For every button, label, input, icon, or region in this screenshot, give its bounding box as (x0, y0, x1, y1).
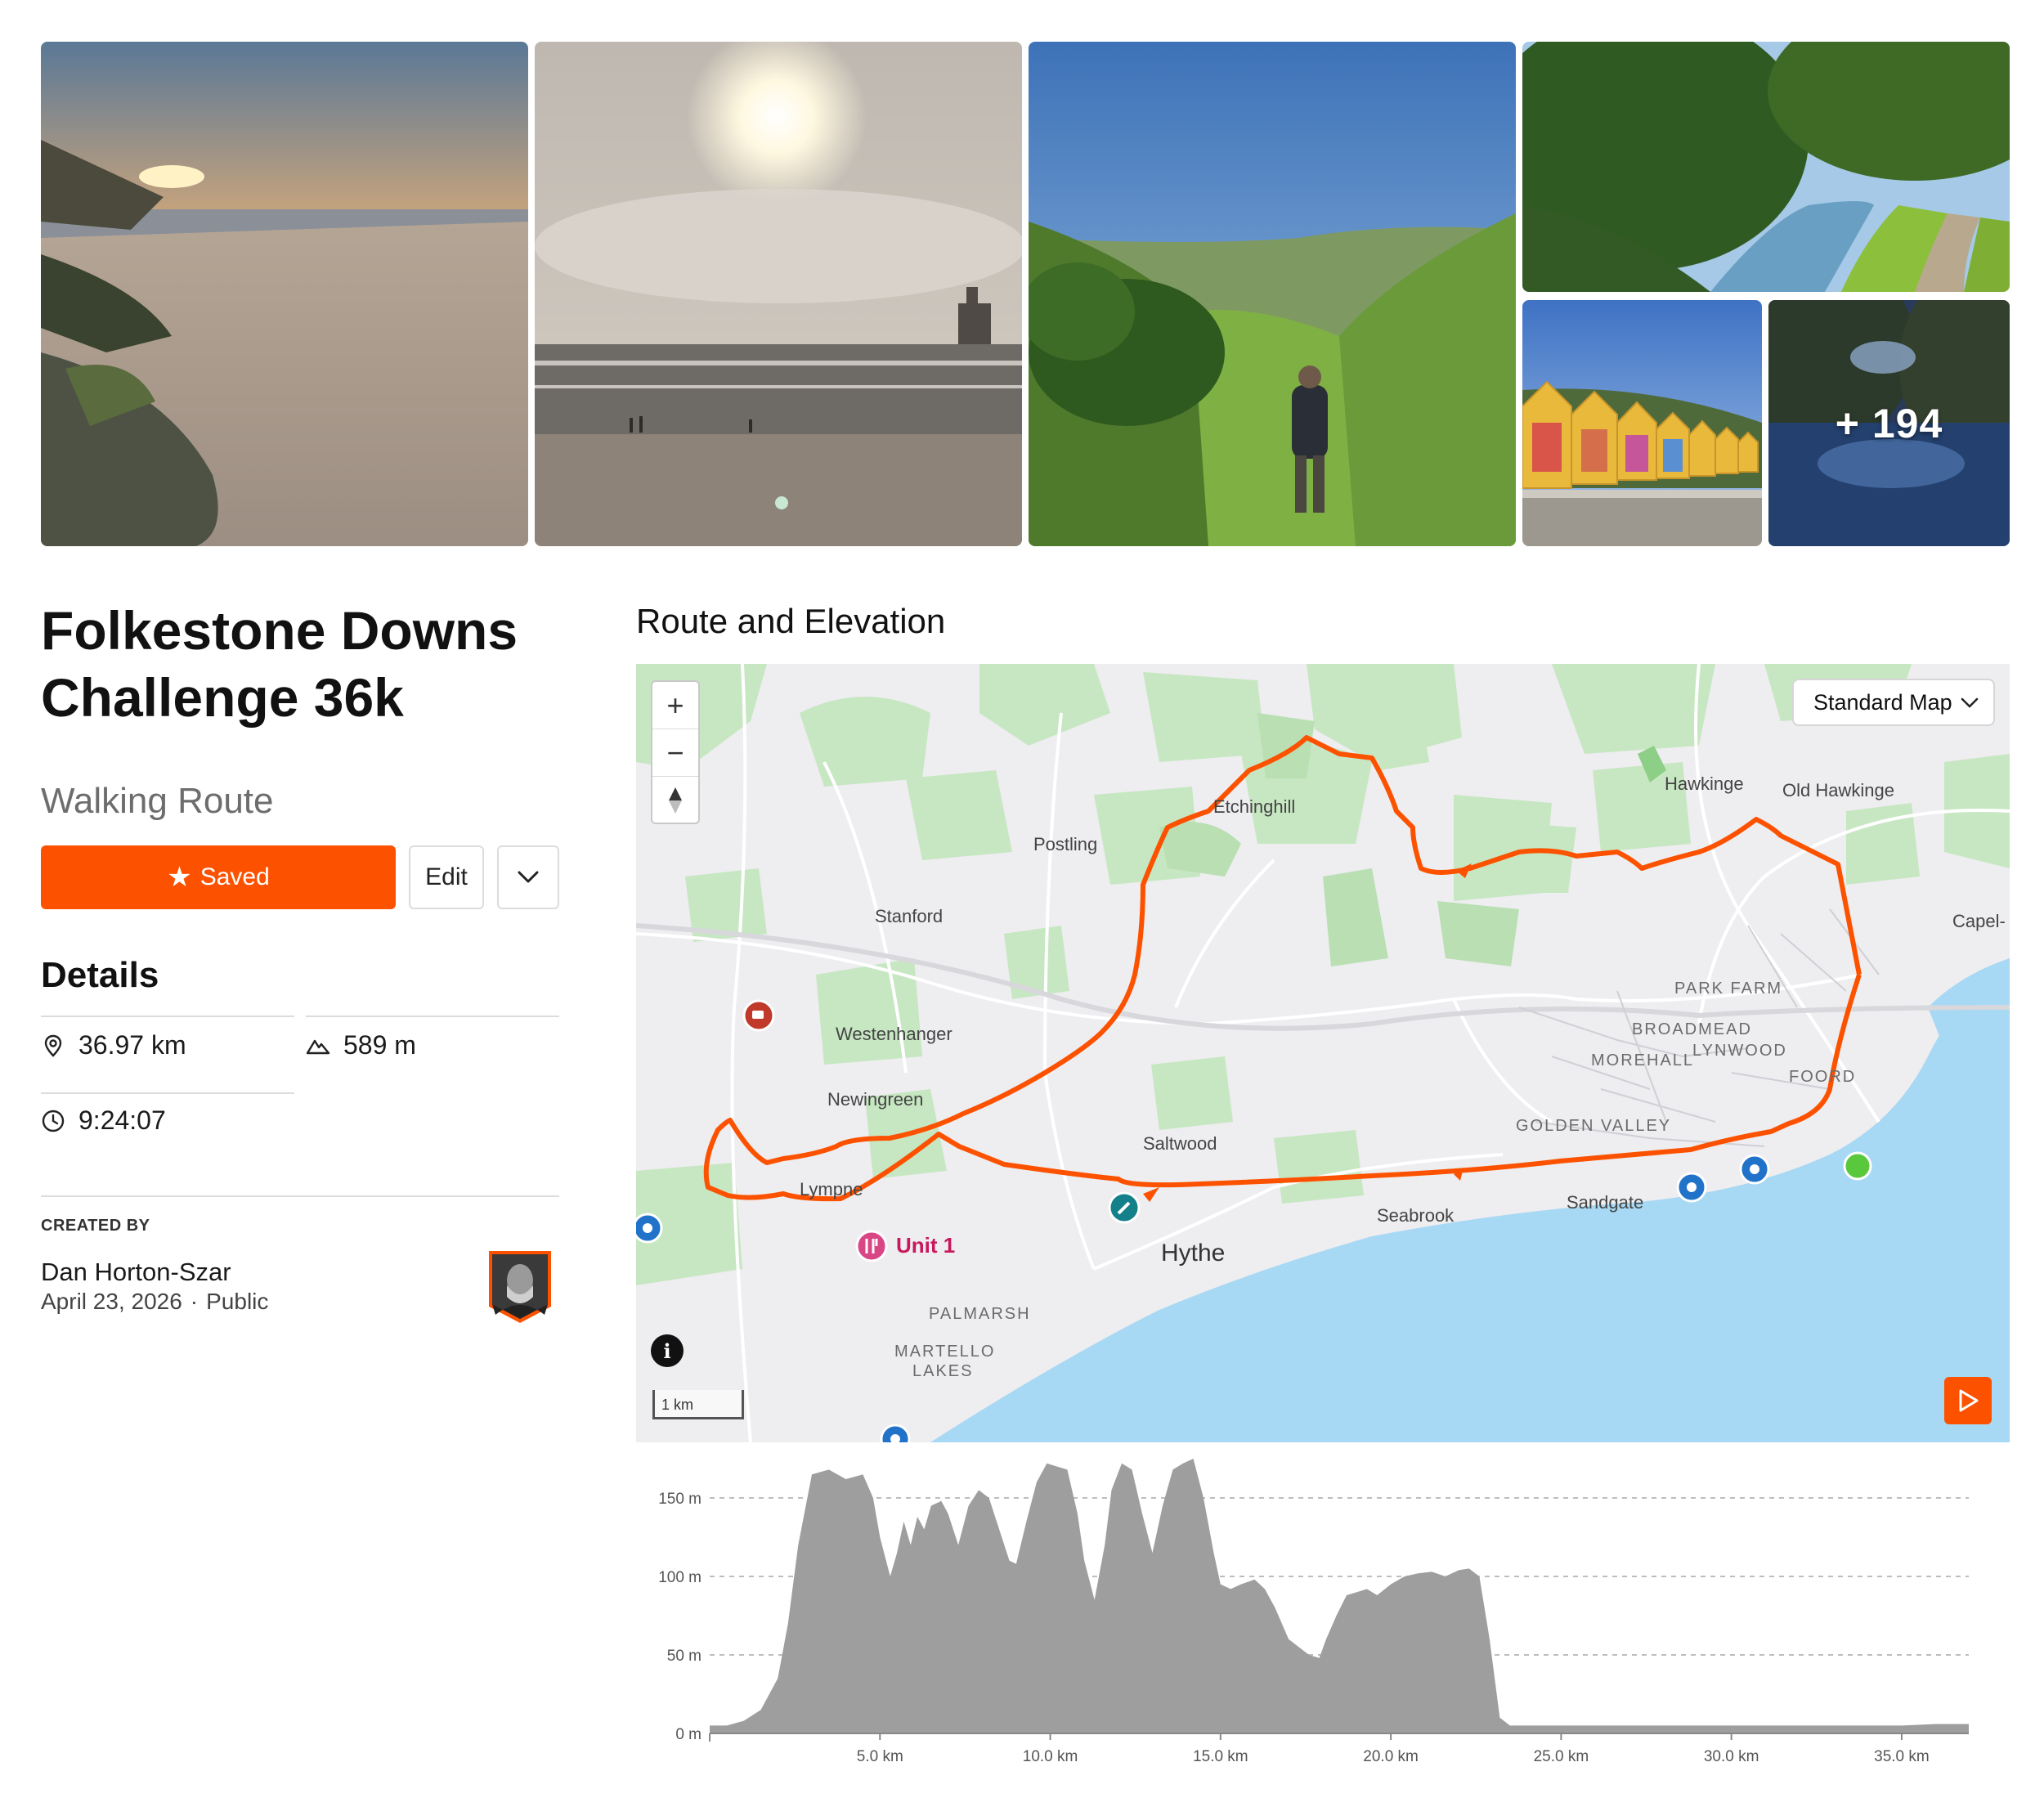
repair-marker[interactable] (1108, 1191, 1141, 1224)
cafe-marker[interactable] (742, 999, 775, 1032)
stat-distance: 36.97 km (41, 1030, 186, 1060)
chevron-down-icon (518, 871, 539, 883)
compass-icon (669, 787, 682, 814)
elevation-svg: 0 m 50 m 100 m 150 m 5.0 km 10.0 km 15.0 km 20.… (658, 1459, 1969, 1765)
saved-button[interactable]: ★ Saved (41, 845, 396, 909)
photo-valley-walker[interactable] (1029, 42, 1516, 546)
map-label: Sandgate (1567, 1192, 1644, 1213)
saved-button-label: Saved (199, 863, 270, 890)
divider (41, 1092, 294, 1094)
map-label: Etchinghill (1213, 796, 1296, 817)
route-type: Walking Route (41, 781, 274, 821)
photo-marker[interactable] (636, 1213, 663, 1244)
map-label: Seabrook (1377, 1205, 1455, 1226)
map-label: Hythe (1161, 1240, 1226, 1267)
photo-sea-sun[interactable] (535, 42, 1022, 546)
map-label: Lympne (800, 1179, 863, 1199)
start-marker[interactable] (1843, 1151, 1872, 1181)
photo-more-reflection[interactable]: + 194 (1768, 300, 2010, 546)
map-label: Hawkinge (1665, 773, 1744, 794)
stat-elevation: 589 m (306, 1030, 416, 1060)
restaurant-marker[interactable] (855, 1230, 888, 1262)
x-tick-label: 30.0 km (1704, 1748, 1759, 1765)
x-tick-label: 25.0 km (1534, 1748, 1589, 1765)
more-photos-count[interactable]: + 194 (1768, 300, 2010, 546)
x-tick-label: 10.0 km (1023, 1748, 1078, 1765)
map-label: Postling (1033, 834, 1098, 854)
photo-beach-sunset[interactable] (41, 42, 528, 546)
map-label: FOORD (1789, 1068, 1857, 1086)
details-heading: Details (41, 955, 159, 995)
avatar[interactable] (486, 1249, 554, 1325)
divider (41, 1016, 294, 1017)
map-label: Old Hawkinge (1782, 780, 1894, 800)
elevation-area (710, 1459, 1969, 1733)
map-label: BROADMEAD (1632, 1020, 1752, 1038)
y-tick-label: 50 m (667, 1648, 702, 1665)
stat-time: 9:24:07 (41, 1105, 166, 1136)
x-tick-label: 20.0 km (1363, 1748, 1419, 1765)
elevation-gain-value: 589 m (343, 1030, 416, 1060)
elevation-chart[interactable]: 0 m 50 m 100 m 150 m 5.0 km 10.0 km 15.0 km 20.… (636, 1442, 2010, 1778)
route-map[interactable]: Etchinghill Hawkinge Old Hawkinge Postli… (636, 664, 2010, 1442)
map-label: Stanford (875, 906, 944, 926)
mountain-icon (306, 1039, 330, 1054)
photo-marker[interactable] (1676, 1172, 1707, 1203)
map-label: MOREHALL (1591, 1051, 1695, 1069)
zoom-out-button[interactable]: − (652, 729, 698, 777)
map-type-select[interactable]: Standard Map (1792, 679, 1995, 726)
star-icon: ★ (167, 862, 192, 893)
map-scale: 1 km (652, 1390, 744, 1419)
created-date: April 23, 2026 (41, 1289, 182, 1314)
map-label: PALMARSH (929, 1305, 1031, 1323)
map-label-unit1[interactable]: Unit 1 (896, 1233, 955, 1258)
chevron-down-icon (1961, 697, 1979, 708)
y-tick-label: 0 m (675, 1726, 702, 1743)
x-tick-label: 35.0 km (1874, 1748, 1930, 1765)
time-value: 9:24:07 (78, 1105, 166, 1135)
y-tick-label: 100 m (658, 1569, 702, 1586)
play-icon (1959, 1389, 1979, 1412)
compass-button[interactable] (652, 777, 698, 823)
photo-beach-huts[interactable] (1522, 300, 1762, 546)
map-label: Capel- (1952, 911, 2006, 931)
x-tick-label: 5.0 km (857, 1748, 903, 1765)
map-label: Newingreen (827, 1089, 924, 1110)
y-tick-label: 150 m (658, 1491, 702, 1508)
meta-separator: · (190, 1289, 199, 1314)
distance-value: 36.97 km (78, 1030, 186, 1060)
map-label: MARTELLO (894, 1343, 996, 1361)
map-label: GOLDEN VALLEY (1516, 1117, 1672, 1135)
map-label: Westenhanger (836, 1024, 953, 1044)
photo-canal-trees[interactable] (1522, 42, 2010, 292)
map-label: LAKES (912, 1362, 974, 1380)
location-pin-icon (44, 1034, 62, 1057)
clock-icon (42, 1110, 65, 1132)
photo-marker[interactable] (1739, 1154, 1770, 1185)
map-label: LYNWOOD (1692, 1042, 1787, 1060)
divider (41, 1195, 559, 1197)
x-tick-label: 15.0 km (1193, 1748, 1248, 1765)
author-name[interactable]: Dan Horton-Szar (41, 1258, 231, 1287)
map-label: Saltwood (1143, 1133, 1217, 1154)
visibility: Public (206, 1289, 269, 1314)
zoom-controls: + − (651, 680, 700, 824)
route-title: Folkestone Downs Challenge 36k (41, 600, 518, 728)
map-label: PARK FARM (1674, 980, 1783, 998)
more-options-button[interactable] (497, 845, 559, 909)
section-title: Route and Elevation (636, 602, 946, 640)
info-button[interactable]: i (651, 1334, 684, 1367)
photo-marker[interactable] (880, 1424, 911, 1442)
edit-button[interactable]: Edit (409, 845, 484, 909)
zoom-in-button[interactable]: + (652, 682, 698, 729)
created-by-label: CREATED BY (41, 1217, 150, 1235)
flyover-play-button[interactable] (1944, 1377, 1992, 1424)
author-meta: April 23, 2026 · Public (41, 1289, 268, 1315)
divider (306, 1016, 559, 1017)
map-type-label: Standard Map (1813, 689, 1952, 715)
